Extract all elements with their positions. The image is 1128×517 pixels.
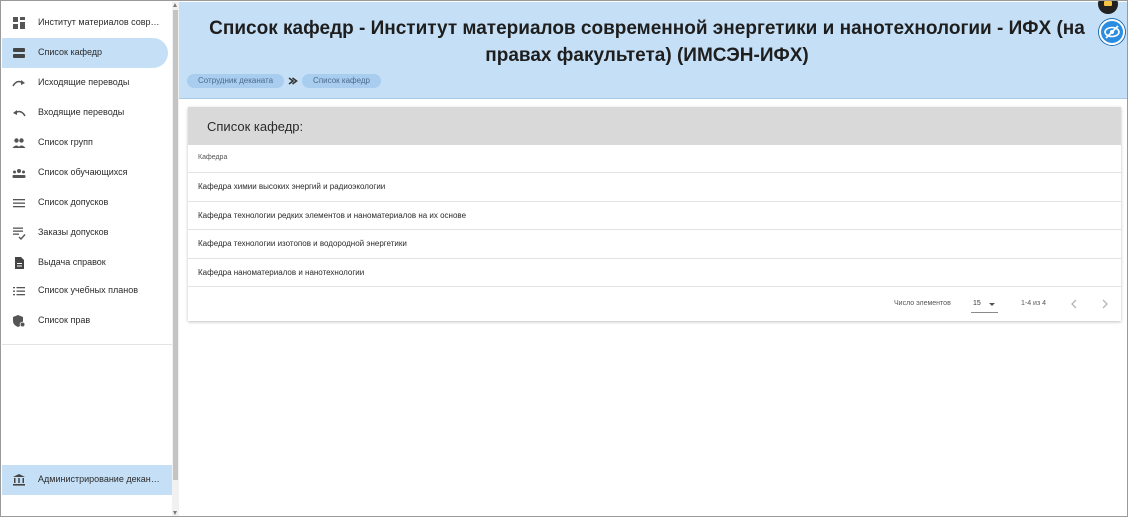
- app-window: Институт материалов совре… Список кафедр…: [0, 0, 1128, 517]
- redo-icon: [12, 80, 25, 87]
- checklist-icon: [13, 227, 26, 240]
- sidebar-item-label: Администрирование деканата: [38, 474, 162, 484]
- sidebar-item-departments[interactable]: Список кафедр: [2, 38, 168, 68]
- double-chevron-right-icon: [288, 77, 298, 85]
- table-cell: Кафедра технологии изотопов и водородной…: [198, 239, 407, 248]
- notification-badge[interactable]: [1098, 1, 1118, 14]
- groups-icon: [12, 169, 26, 178]
- page-size-select[interactable]: 15: [971, 295, 998, 313]
- sidebar-item-label: Список обучающихся: [38, 167, 128, 177]
- breadcrumb-item-dean-staff[interactable]: Сотрудник деканата: [187, 74, 285, 88]
- admin-shield-icon: [13, 315, 26, 328]
- sidebar-item-label: Список прав: [38, 315, 91, 325]
- sidebar-item-institute[interactable]: Институт материалов совре…: [2, 8, 168, 38]
- scroll-up-icon[interactable]: [173, 3, 177, 7]
- table-cell: Кафедра химии высоких энергий и радиоэко…: [198, 182, 386, 191]
- sidebar-item-groups[interactable]: Список групп: [2, 128, 168, 158]
- table-row[interactable]: Кафедра наноматериалов и нанотехнологии: [188, 259, 1121, 287]
- sidebar-item-label: Институт материалов совре…: [38, 17, 162, 27]
- bank-icon: [13, 474, 25, 486]
- sidebar-item-incoming-transfers[interactable]: Входящие переводы: [2, 98, 168, 128]
- sidebar-item-label: Список групп: [38, 137, 93, 147]
- scroll-down-icon[interactable]: [173, 511, 177, 515]
- people-icon: [12, 138, 26, 148]
- visibility-toggle-button[interactable]: [1099, 19, 1125, 45]
- sidebar-item-curricula[interactable]: Список учебных планов: [2, 276, 168, 306]
- page-size-value: 15: [973, 300, 981, 307]
- next-page-icon[interactable]: [1095, 294, 1115, 314]
- column-header-department[interactable]: Кафедра: [198, 154, 227, 161]
- menu-icon: [13, 199, 25, 208]
- card-header: Список кафедр:: [188, 107, 1121, 145]
- sidebar-item-admissions[interactable]: Список допусков: [2, 188, 168, 218]
- sidebar-item-certificates[interactable]: Выдача справок: [2, 248, 168, 278]
- sidebar-item-students[interactable]: Список обучающихся: [2, 158, 168, 188]
- page-range: 1-4 из 4: [1021, 300, 1047, 307]
- table-row[interactable]: Кафедра технологии редких элементов и на…: [188, 202, 1121, 230]
- sidebar-item-label: Выдача справок: [38, 257, 106, 267]
- page-header: Список кафедр - Институт материалов совр…: [179, 1, 1127, 99]
- caret-down-icon: [989, 303, 995, 306]
- sidebar-item-dean-admin[interactable]: Администрирование деканата: [2, 465, 172, 495]
- breadcrumb-item-departments[interactable]: Список кафедр: [302, 74, 381, 88]
- departments-card: Список кафедр: Кафедра Кафедра химии выс…: [188, 107, 1121, 321]
- sidebar-item-label: Входящие переводы: [38, 107, 125, 117]
- table-header: Кафедра: [188, 145, 1121, 173]
- eye-off-icon: [1104, 25, 1120, 39]
- table-cell: Кафедра наноматериалов и нанотехнологии: [198, 267, 365, 277]
- page-title: Список кафедр - Институт материалов совр…: [209, 18, 1085, 66]
- document-icon: [15, 257, 24, 269]
- sidebar-item-label: Исходящие переводы: [38, 77, 130, 87]
- folder-icon: [1104, 1, 1112, 6]
- sidebar-item-permissions[interactable]: Список прав: [2, 306, 168, 336]
- sidebar-item-admission-orders[interactable]: Заказы допусков: [2, 218, 168, 248]
- page-size-label: Число элементов: [894, 300, 951, 307]
- prev-page-icon[interactable]: [1064, 294, 1084, 314]
- undo-icon: [13, 110, 26, 117]
- table-cell: Кафедра технологии редких элементов и на…: [198, 210, 467, 220]
- paginator: Число элементов 15 1-4 из 4: [188, 288, 1121, 321]
- sidebar: Институт материалов совре… Список кафедр…: [2, 2, 172, 516]
- storage-icon: [13, 48, 25, 58]
- sidebar-item-label: Список учебных планов: [38, 285, 139, 295]
- card-title: Список кафедр:: [207, 119, 304, 134]
- sidebar-scrollbar[interactable]: [172, 2, 179, 516]
- sidebar-item-label: Список кафедр: [38, 47, 103, 57]
- breadcrumb: Сотрудник деканата Список кафедр: [187, 74, 381, 88]
- list-icon: [13, 287, 25, 296]
- dashboard-icon: [13, 17, 25, 29]
- table-row[interactable]: Кафедра технологии изотопов и водородной…: [188, 230, 1121, 259]
- sidebar-item-label: Список допусков: [38, 197, 109, 207]
- sidebar-item-outgoing-transfers[interactable]: Исходящие переводы: [2, 68, 168, 98]
- sidebar-item-label: Заказы допусков: [38, 227, 109, 237]
- scroll-thumb[interactable]: [173, 10, 178, 480]
- table-row[interactable]: Кафедра химии высоких энергий и радиоэко…: [188, 173, 1121, 202]
- sidebar-divider: [2, 344, 172, 345]
